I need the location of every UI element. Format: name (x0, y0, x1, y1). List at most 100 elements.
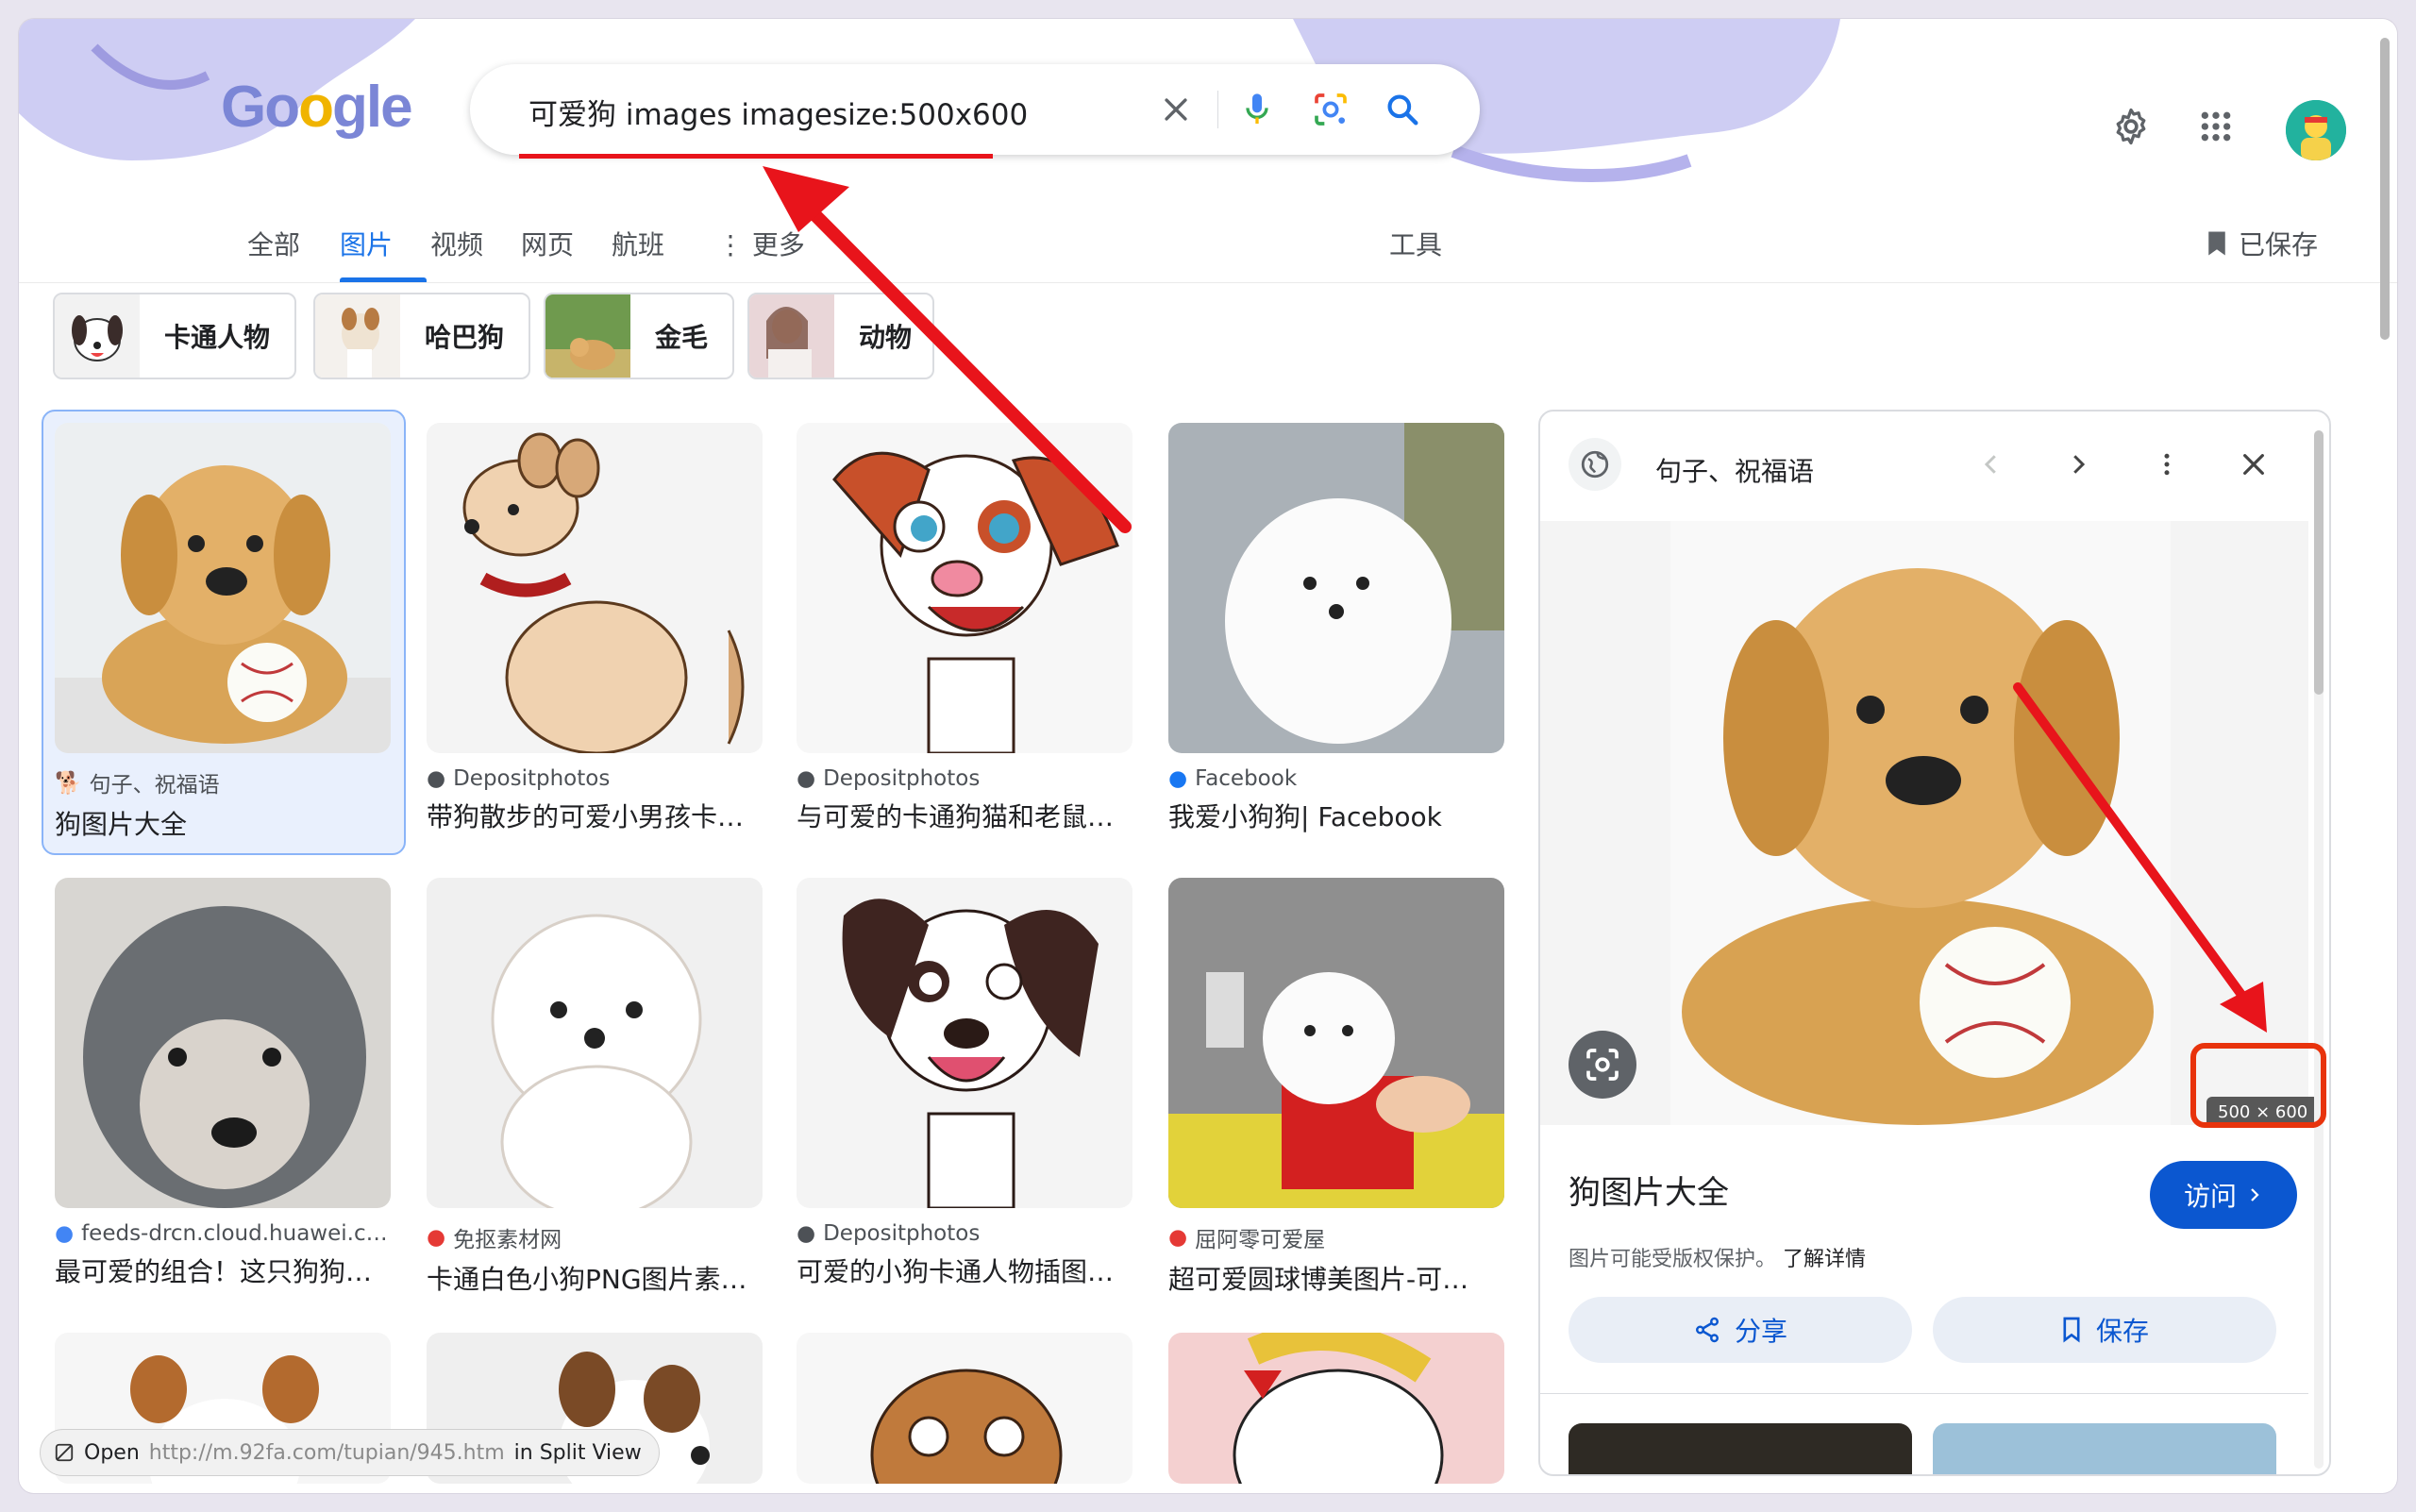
tab-images[interactable]: 图片 (340, 225, 393, 262)
search-box[interactable]: 可爱狗 images imagesize:500x600 (470, 64, 1480, 159)
result-image[interactable] (55, 423, 391, 753)
lens-search-icon[interactable] (1569, 1031, 1636, 1099)
logo-letter: G (221, 75, 266, 140)
result-source: 🐕 句子、祝福语 (55, 766, 391, 798)
result-card[interactable] (797, 1333, 1132, 1484)
close-icon[interactable] (2227, 438, 2280, 491)
microphone-icon[interactable] (1233, 85, 1282, 134)
chip-label: 卡通人物 (164, 322, 271, 353)
result-title[interactable]: 可爱的小狗卡通人物插图… (797, 1252, 1132, 1289)
annotation-underline (519, 154, 993, 159)
tab-flights[interactable]: 航班 (612, 225, 664, 262)
tab-all[interactable]: 全部 (247, 225, 300, 262)
chip-thumbnail (55, 294, 140, 378)
chip-label: 金毛 (655, 322, 709, 353)
result-card[interactable]: ● Depositphotos 可爱的小狗卡通人物插图… (797, 878, 1132, 1289)
more-vert-icon: ⋮ (717, 229, 752, 260)
settings-gear-icon[interactable] (2105, 100, 2157, 153)
result-card[interactable]: ● Depositphotos 带狗散步的可爱小男孩卡… (427, 423, 763, 834)
saved-button[interactable]: 已保存 (2205, 225, 2318, 262)
result-card[interactable]: ● Depositphotos 与可爱的卡通狗猫和老鼠… (797, 423, 1132, 834)
result-image[interactable] (797, 1333, 1132, 1484)
result-title[interactable]: 狗图片大全 (55, 804, 391, 842)
result-image[interactable] (797, 423, 1132, 753)
tab-more[interactable]: ⋮ 更多 (717, 225, 805, 262)
panel-scrollbar-thumb[interactable] (2314, 430, 2324, 695)
search-divider (1217, 91, 1218, 128)
chip-cartoon[interactable]: 卡通人物 (53, 293, 296, 379)
result-image[interactable] (1168, 423, 1504, 753)
image-preview[interactable] (1540, 521, 2308, 1125)
source-label: feeds-drcn.cloud.huawei.c… (81, 1221, 388, 1246)
result-title[interactable]: 我爱小狗狗| Facebook (1168, 797, 1504, 834)
result-image[interactable] (1168, 878, 1504, 1208)
result-image[interactable] (1168, 1333, 1504, 1484)
lens-icon[interactable] (1306, 85, 1355, 134)
panel-title[interactable]: 狗图片大全 (1569, 1167, 1729, 1213)
panel-source[interactable]: 句子、祝福语 (1655, 451, 1814, 489)
more-options-icon[interactable] (2140, 438, 2193, 491)
tab-web[interactable]: 网页 (521, 225, 574, 262)
visit-button[interactable]: 访问 (2150, 1161, 2297, 1229)
chip-golden[interactable]: 金毛 (544, 293, 734, 379)
result-image[interactable] (427, 878, 763, 1208)
page-scrollbar[interactable] (2378, 38, 2391, 1491)
google-doodle-logo[interactable]: Google (221, 74, 413, 141)
save-button[interactable]: 保存 (1933, 1297, 2276, 1363)
chip-pug[interactable]: 哈巴狗 (313, 293, 530, 379)
logo-letter: o (264, 75, 300, 140)
tools-button[interactable]: 工具 (1389, 225, 1442, 262)
result-card[interactable]: ● Facebook 我爱小狗狗| Facebook (1168, 423, 1504, 834)
result-card[interactable]: ● feeds-drcn.cloud.huawei.c… 最可爱的组合！这只狗狗… (55, 878, 391, 1289)
result-image[interactable] (55, 878, 391, 1208)
chip-animal[interactable]: 动物 (747, 293, 934, 379)
result-card[interactable]: 🐕 句子、祝福语 狗图片大全 (55, 423, 391, 842)
status-suffix: in Split View (513, 1440, 642, 1465)
learn-more-link[interactable]: 了解详情 (1783, 1248, 1866, 1271)
site-favicon: ● (55, 1221, 75, 1246)
panel-scrollbar[interactable] (2314, 430, 2324, 1469)
previous-chevron-icon[interactable] (1965, 438, 2018, 491)
active-tab-indicator (340, 277, 427, 282)
result-title[interactable]: 超可爱圆球博美图片-可… (1168, 1259, 1504, 1297)
result-title[interactable]: 带狗散步的可爱小男孩卡… (427, 797, 763, 834)
result-source: ● 屈阿零可爱屋 (1168, 1221, 1504, 1253)
result-card[interactable]: ● 免抠素材网 卡通白色小狗PNG图片素… (427, 878, 763, 1297)
chip-label: 动物 (859, 322, 913, 353)
image-detail-panel: 句子、祝福语 500 × 600 狗图片大全 访问 图片可能受版权保护。 了解详… (1538, 410, 2331, 1476)
chip-thumbnail (545, 294, 630, 378)
chip-label: 哈巴狗 (425, 322, 505, 353)
page-scrollbar-thumb[interactable] (2380, 38, 2390, 340)
result-title[interactable]: 最可爱的组合！这只狗狗… (55, 1252, 391, 1289)
result-source: ● 免抠素材网 (427, 1221, 763, 1253)
account-avatar[interactable] (2286, 100, 2346, 160)
apps-grid-icon[interactable] (2190, 100, 2242, 153)
result-image[interactable] (427, 423, 763, 753)
result-image[interactable] (797, 878, 1132, 1208)
tab-more-label: 更多 (751, 229, 805, 260)
result-card[interactable]: ● 屈阿零可爱屋 超可爱圆球博美图片-可… (1168, 878, 1504, 1297)
related-image[interactable] (1569, 1423, 1912, 1474)
source-label: Depositphotos (823, 1221, 981, 1246)
result-source: ● Facebook (1168, 766, 1504, 791)
visit-label: 访问 (2183, 1181, 2237, 1212)
save-label: 保存 (2095, 1316, 2149, 1347)
clear-icon[interactable] (1151, 85, 1200, 134)
logo-letter: l (365, 75, 382, 140)
result-title[interactable]: 与可爱的卡通狗猫和老鼠… (797, 797, 1132, 834)
result-title[interactable]: 卡通白色小狗PNG图片素… (427, 1259, 763, 1297)
link-status-bar: Open http://m.92fa.com/tupian/945.htm in… (40, 1429, 660, 1476)
depositphotos-icon: ● (797, 766, 816, 791)
search-icon[interactable] (1378, 85, 1427, 134)
share-button[interactable]: 分享 (1569, 1297, 1912, 1363)
tab-videos[interactable]: 视频 (430, 225, 483, 262)
result-card[interactable] (1168, 1333, 1504, 1484)
site-favicon: ● (1168, 1225, 1188, 1250)
related-image[interactable] (1933, 1423, 2276, 1474)
panel-divider (1540, 1393, 2308, 1394)
depositphotos-icon: ● (797, 1221, 816, 1246)
next-chevron-icon[interactable] (2052, 438, 2105, 491)
share-icon (1695, 1317, 1719, 1343)
browser-window: Google 可爱狗 images imagesize:500x600 全部 图… (19, 19, 2397, 1493)
search-input[interactable]: 可爱狗 images imagesize:500x600 (528, 91, 1028, 133)
